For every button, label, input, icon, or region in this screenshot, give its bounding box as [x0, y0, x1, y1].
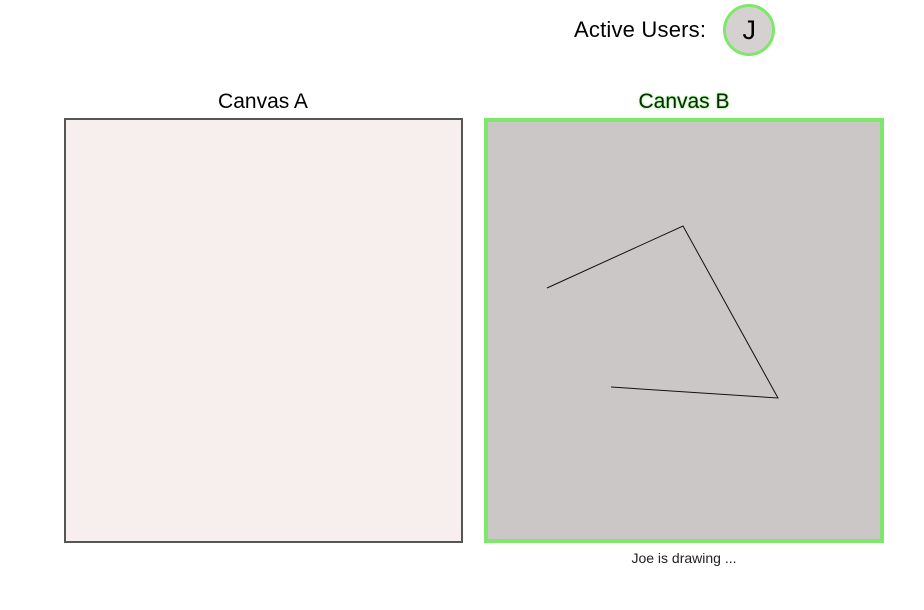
user-avatar[interactable]: J [723, 4, 776, 56]
canvas-b[interactable] [484, 118, 884, 543]
canvas-a[interactable] [64, 118, 463, 543]
canvas-b-drawing [546, 225, 779, 399]
page: Active Users: J Canvas A Canvas B Joe is… [0, 0, 924, 610]
user-avatar-initial: J [742, 14, 756, 45]
canvas-a-title: Canvas A [218, 90, 308, 113]
drawing-status-text: Joe is drawing ... [631, 550, 737, 566]
active-users-label: Active Users: [574, 17, 707, 42]
canvas-b-title: Canvas B [638, 90, 730, 113]
active-users-bar: Active Users: J [574, 4, 776, 56]
drawn-stroke [546, 225, 779, 399]
